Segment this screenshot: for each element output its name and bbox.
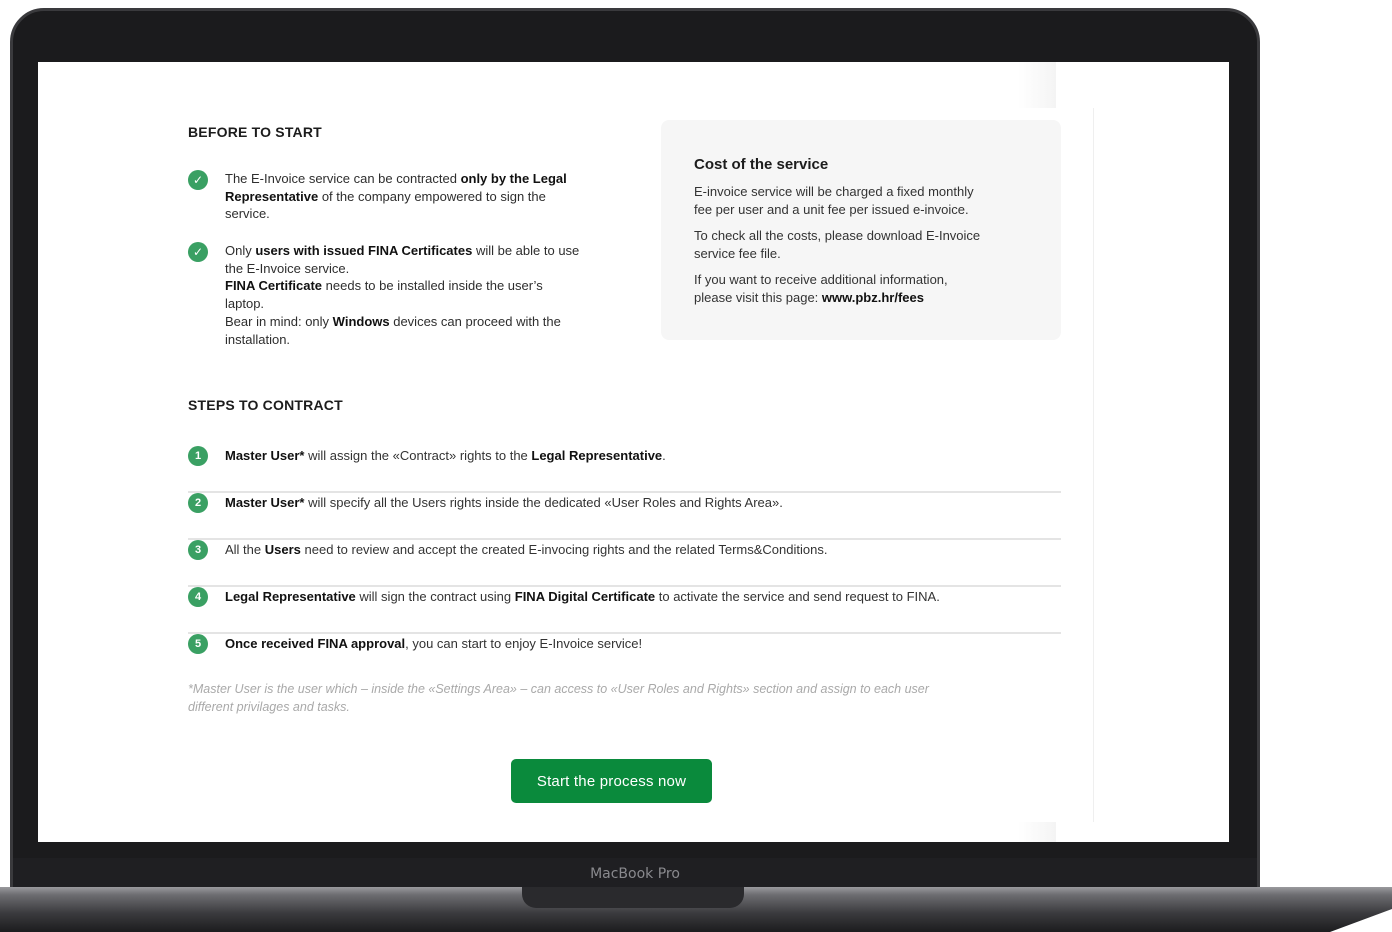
laptop-notch bbox=[522, 887, 744, 908]
text-line: E-invoice service will be charged a fixe… bbox=[694, 183, 1034, 201]
text-span: service fee file. bbox=[694, 245, 781, 261]
bold-text: Legal Representative bbox=[531, 448, 663, 463]
before-item-1: ✓ The E-Invoice service can be contracte… bbox=[188, 170, 628, 230]
steps-title: STEPS TO CONTRACT bbox=[188, 397, 343, 413]
text-span: E-invoice service will be charged a fixe… bbox=[694, 184, 974, 199]
bold-text: Master User* bbox=[225, 448, 305, 463]
bold-text: Windows bbox=[332, 313, 390, 329]
text-span: To check all the costs, please download … bbox=[694, 228, 981, 243]
cost-paragraph: To check all the costs, please download … bbox=[694, 227, 1034, 262]
screen-divider bbox=[1093, 108, 1094, 822]
step-number-badge: 5 bbox=[188, 634, 208, 654]
step-row: 3 All the Users need to review and accep… bbox=[188, 540, 1061, 587]
laptop-model-label: MacBook Pro bbox=[590, 866, 680, 882]
step-row: 1 Master User* will assign the «Contract… bbox=[188, 446, 1061, 493]
bold-text: Legal Representative bbox=[225, 589, 356, 604]
step-text: Once received FINA approval, you can sta… bbox=[225, 636, 1061, 651]
text-line: Representative of the company empowered … bbox=[225, 188, 625, 206]
text-span: laptop. bbox=[225, 296, 265, 312]
cost-paragraph: If you want to receive additional inform… bbox=[694, 271, 1034, 306]
step-text: Master User* will assign the «Contract» … bbox=[225, 448, 1061, 463]
text-span: devices can proceed with the bbox=[389, 313, 561, 329]
bold-text: FINA Certificate bbox=[225, 278, 323, 294]
text-span: will specify all the Users rights inside… bbox=[304, 495, 783, 510]
footnote-line: different privilages and tasks. bbox=[188, 700, 350, 714]
before-start-title: BEFORE TO START bbox=[188, 124, 322, 140]
text-span: The E-Invoice service can be contracted bbox=[225, 171, 461, 186]
text-span: will be able to use bbox=[472, 243, 580, 258]
cost-paragraph: E-invoice service will be charged a fixe… bbox=[694, 183, 1034, 218]
text-span: , you can start to enjoy E-Invoice servi… bbox=[405, 636, 643, 651]
text-span: need to review and accept the created E-… bbox=[300, 542, 828, 557]
step-number-badge: 1 bbox=[188, 446, 208, 466]
check-icon: ✓ bbox=[188, 170, 208, 190]
bold-text: Master User* bbox=[225, 495, 305, 510]
text-span: of the company empowered to sign the bbox=[318, 188, 546, 204]
bold-text: users with issued FINA Certificates bbox=[255, 243, 473, 258]
before-item-2: ✓ Only users with issued FINA Certificat… bbox=[188, 242, 628, 352]
text-line: installation. bbox=[225, 331, 625, 349]
bold-text: Representative bbox=[225, 188, 319, 204]
text-line: FINA Certificate needs to be installed i… bbox=[225, 277, 625, 295]
text-span: service. bbox=[225, 206, 270, 222]
text-span: needs to be installed inside the user’s bbox=[322, 278, 543, 294]
text-line: If you want to receive additional inform… bbox=[694, 271, 1034, 289]
text-line: To check all the costs, please download … bbox=[694, 227, 1034, 245]
step-number-badge: 3 bbox=[188, 540, 208, 560]
text-line: The E-Invoice service can be contracted … bbox=[225, 170, 625, 188]
text-line: Bear in mind: only Windows devices can p… bbox=[225, 313, 625, 331]
check-icon: ✓ bbox=[188, 242, 208, 262]
text-span: will assign the «Contract» rights to the bbox=[304, 448, 532, 463]
text-line: laptop. bbox=[225, 295, 625, 313]
step-row: 4 Legal Representative will sign the con… bbox=[188, 587, 1061, 634]
text-span: . bbox=[662, 448, 666, 463]
footnote-line: *Master User is the user which – inside … bbox=[188, 682, 929, 696]
before-item-text: The E-Invoice service can be contracted … bbox=[225, 170, 625, 223]
text-span: All the bbox=[225, 542, 265, 557]
screen: BEFORE TO START ✓ The E-Invoice service … bbox=[38, 62, 1229, 842]
start-process-button[interactable]: Start the process now bbox=[511, 759, 712, 803]
bold-text: only by the Legal bbox=[460, 171, 567, 186]
text-span: fee per user and a unit fee per issued e… bbox=[694, 201, 969, 217]
text-span: Only bbox=[225, 243, 256, 258]
bold-text: Once received FINA approval bbox=[225, 636, 406, 651]
step-row: 5 Once received FINA approval, you can s… bbox=[188, 634, 1061, 681]
step-text: All the Users need to review and accept … bbox=[225, 542, 1061, 557]
text-span: the E-Invoice service. bbox=[225, 260, 350, 276]
text-line: fee per user and a unit fee per issued e… bbox=[694, 201, 1034, 219]
text-line: service. bbox=[225, 205, 625, 223]
text-span: to activate the service and send request… bbox=[655, 589, 940, 604]
text-line: please visit this page: www.pbz.hr/fees bbox=[694, 289, 1034, 307]
before-item-text: Only users with issued FINA Certificates… bbox=[225, 242, 625, 348]
bold-text: www.pbz.hr/fees bbox=[821, 289, 924, 305]
text-line: service fee file. bbox=[694, 245, 1034, 263]
text-span: will sign the contract using bbox=[355, 589, 515, 604]
footnote: *Master User is the user which – inside … bbox=[188, 680, 1061, 716]
text-line: Only users with issued FINA Certificates… bbox=[225, 242, 625, 260]
text-span: installation. bbox=[225, 331, 291, 347]
text-span: Bear in mind: only bbox=[225, 313, 333, 329]
bold-text: FINA Digital Certificate bbox=[514, 589, 656, 604]
bold-text: Users bbox=[264, 542, 301, 557]
step-text: Legal Representative will sign the contr… bbox=[225, 589, 1061, 604]
step-row: 2 Master User* will specify all the User… bbox=[188, 493, 1061, 540]
page-content: BEFORE TO START ✓ The E-Invoice service … bbox=[188, 62, 1062, 842]
cost-title: Cost of the service bbox=[694, 156, 829, 173]
cost-card: Cost of the service E-invoice service wi… bbox=[661, 120, 1061, 340]
text-line: the E-Invoice service. bbox=[225, 260, 625, 278]
step-number-badge: 2 bbox=[188, 493, 208, 513]
text-span: please visit this page: bbox=[694, 289, 822, 305]
text-span: If you want to receive additional inform… bbox=[694, 272, 948, 287]
step-text: Master User* will specify all the Users … bbox=[225, 495, 1061, 510]
step-number-badge: 4 bbox=[188, 587, 208, 607]
